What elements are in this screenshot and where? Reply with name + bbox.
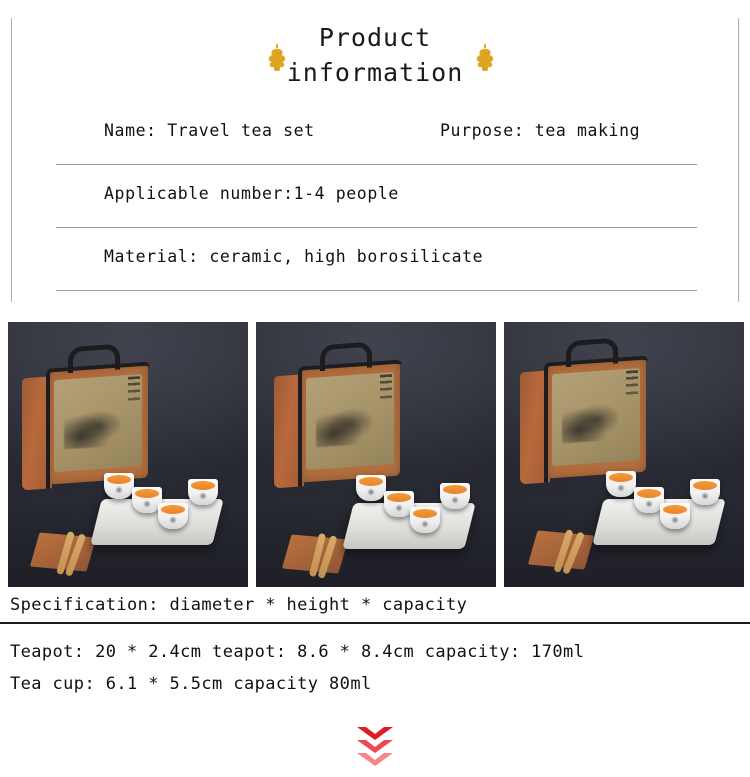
table-row: Name: Travel tea set Purpose: tea making	[56, 102, 697, 165]
attribute-applicable-number: Applicable number:1-4 people	[104, 184, 399, 203]
product-information-page: Product information Name: Travel tea set…	[0, 0, 750, 777]
specification-divider	[0, 622, 750, 624]
product-info-panel: Product information Name: Travel tea set…	[11, 18, 739, 302]
chevron-down-icon	[357, 740, 393, 753]
chevron-down-icon	[357, 753, 393, 766]
attribute-purpose: Purpose: tea making	[440, 121, 641, 140]
title-block: Product information	[12, 18, 738, 96]
specification-line: Tea cup: 6.1 * 5.5cm capacity 80ml	[10, 674, 372, 694]
table-row: Applicable number:1-4 people	[56, 165, 697, 228]
table-row: Material: ceramic, high borosilicate	[56, 228, 697, 291]
specification-line: Teapot: 20 * 2.4cm teapot: 8.6 * 8.4cm c…	[10, 642, 585, 662]
product-attribute-table: Name: Travel tea set Purpose: tea making …	[56, 102, 697, 291]
product-photo-3[interactable]	[504, 322, 744, 587]
attribute-material: Material: ceramic, high borosilicate	[104, 247, 484, 266]
chevron-down-icon	[357, 727, 393, 740]
specification-details: Teapot: 20 * 2.4cm teapot: 8.6 * 8.4cm c…	[10, 636, 740, 700]
product-photo-2[interactable]	[256, 322, 496, 587]
page-title: Product information	[286, 23, 464, 87]
fleur-de-lis-ornament-right	[472, 42, 498, 72]
product-photo-1[interactable]	[8, 322, 248, 587]
product-image-gallery	[8, 322, 744, 587]
scroll-down-indicator[interactable]	[357, 727, 393, 767]
attribute-name: Name: Travel tea set	[104, 121, 315, 140]
specification-heading: Specification: diameter * height * capac…	[10, 595, 468, 615]
